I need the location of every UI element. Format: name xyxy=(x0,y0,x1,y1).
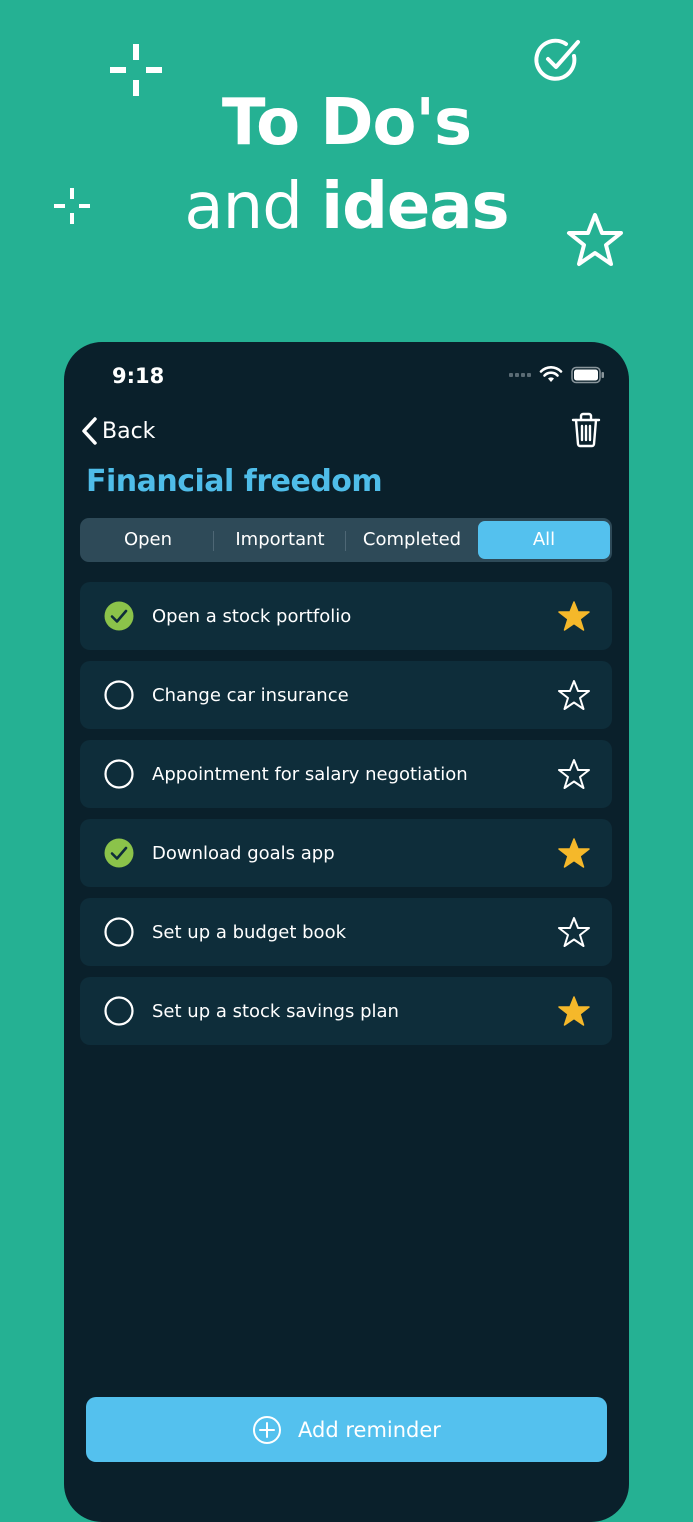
trash-icon[interactable] xyxy=(571,412,601,448)
reminder-label: Download goals app xyxy=(152,842,335,864)
unchecked-circle-icon[interactable] xyxy=(104,759,134,789)
tab-all[interactable]: All xyxy=(478,521,610,559)
reminder-row[interactable]: Open a stock portfolio xyxy=(80,582,612,650)
reminder-label: Set up a budget book xyxy=(152,921,347,943)
reminder-label: Change car insurance xyxy=(152,684,349,706)
wifi-icon xyxy=(539,366,563,382)
add-reminder-button[interactable]: Add reminder xyxy=(86,1397,607,1462)
check-circle-icon xyxy=(534,38,580,81)
unchecked-circle-icon[interactable] xyxy=(104,680,134,710)
unchecked-circle-icon[interactable] xyxy=(104,996,134,1026)
signal-icon xyxy=(509,373,531,377)
phone-screen: 9:18 Back Financial freedom Open Importa… xyxy=(64,342,629,1522)
star-outline-icon[interactable] xyxy=(558,758,590,790)
reminder-row[interactable]: Set up a stock savings plan xyxy=(80,977,612,1045)
reminder-label: Appointment for salary negotiation xyxy=(152,763,468,785)
star-outline-icon[interactable] xyxy=(558,916,590,948)
status-icons xyxy=(509,366,605,384)
star-filled-icon[interactable] xyxy=(558,995,590,1027)
plus-circle-icon xyxy=(253,1415,282,1444)
reminder-label: Set up a stock savings plan xyxy=(152,1000,399,1022)
reminder-row[interactable]: Download goals app xyxy=(80,819,612,887)
checked-circle-icon[interactable] xyxy=(104,601,134,631)
checked-circle-icon[interactable] xyxy=(104,838,134,868)
reminder-row[interactable]: Appointment for salary negotiation xyxy=(80,740,612,808)
headline-line1: To Do's xyxy=(221,86,472,160)
chevron-left-icon xyxy=(82,417,97,445)
reminder-list: Open a stock portfolio Change car insura… xyxy=(80,582,612,1056)
add-reminder-label: Add reminder xyxy=(298,1417,441,1442)
page-title: Financial freedom xyxy=(86,464,383,499)
tab-open[interactable]: Open xyxy=(82,521,214,559)
filter-segmented-control: Open Important Completed All xyxy=(80,518,612,562)
headline-bold: ideas xyxy=(321,170,509,244)
tab-completed[interactable]: Completed xyxy=(346,521,478,559)
headline-regular: and xyxy=(184,170,322,244)
back-button[interactable]: Back xyxy=(80,416,155,446)
star-filled-icon[interactable] xyxy=(558,600,590,632)
reminder-row[interactable]: Change car insurance xyxy=(80,661,612,729)
star-filled-icon[interactable] xyxy=(558,837,590,869)
tab-important[interactable]: Important xyxy=(214,521,346,559)
reminder-row[interactable]: Set up a budget book xyxy=(80,898,612,966)
status-time: 9:18 xyxy=(112,364,165,388)
headline-line2: and ideas xyxy=(0,170,693,244)
star-outline-icon[interactable] xyxy=(558,679,590,711)
unchecked-circle-icon[interactable] xyxy=(104,917,134,947)
battery-icon xyxy=(571,366,604,384)
back-label: Back xyxy=(102,418,156,444)
reminder-label: Open a stock portfolio xyxy=(152,605,352,627)
